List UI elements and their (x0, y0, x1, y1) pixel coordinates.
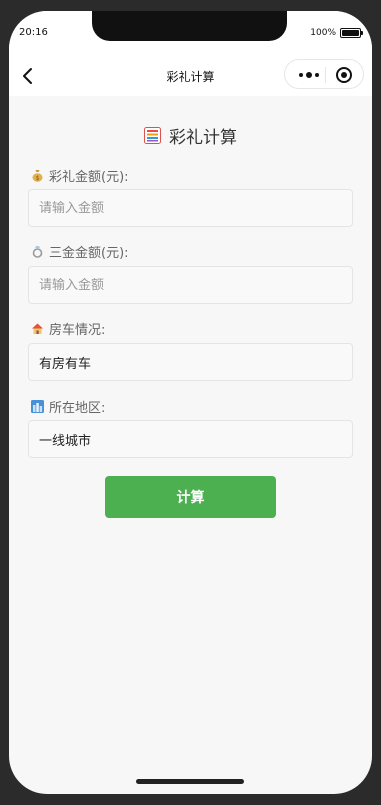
field-label-text: 彩礼金额(元): (49, 169, 129, 185)
capsule-divider (325, 67, 326, 83)
gold-input-box (28, 266, 353, 304)
target-icon (336, 67, 352, 83)
house-car-value: 有房有车 (39, 356, 92, 372)
abacus-icon (144, 127, 161, 144)
more-button[interactable] (293, 66, 325, 84)
phone-screen: 20:16 100% 彩礼计算 彩礼计算 $ 彩礼金额(元): 请输入金额 三金… (9, 11, 372, 794)
status-time: 20:16 (19, 27, 48, 38)
bride-price-input[interactable] (39, 200, 342, 216)
battery-icon (340, 28, 363, 38)
svg-text:$: $ (36, 175, 40, 182)
page-title-text: 彩礼计算 (169, 128, 237, 148)
bride-price-input-box (28, 189, 353, 227)
field-label-text: 所在地区: (49, 400, 106, 416)
region-select[interactable]: 一线城市 (28, 420, 353, 458)
notch (92, 11, 287, 41)
miniprogram-capsule (284, 59, 364, 89)
field-label-text: 三金金额(元): (49, 245, 129, 261)
field-label-region: 所在地区: (31, 397, 106, 416)
money-bag-icon: $ (32, 169, 43, 182)
house-icon (32, 323, 43, 334)
field-label-bride-price: $ 彩礼金额(元): (31, 166, 129, 185)
field-label-gold: 三金金额(元): (31, 242, 129, 261)
page-title: 彩礼计算 (9, 123, 372, 148)
home-indicator (136, 779, 244, 784)
field-label-house-car: 房车情况: (31, 319, 106, 338)
calculate-button[interactable]: 计算 (105, 476, 276, 518)
cityscape-icon (31, 399, 44, 413)
nav-bar: 彩礼计算 (9, 56, 372, 96)
field-label-text: 房车情况: (49, 322, 106, 338)
close-miniprogram-button[interactable] (331, 66, 357, 84)
status-bar: 20:16 100% (9, 11, 372, 56)
ring-icon (32, 245, 43, 258)
region-value: 一线城市 (39, 433, 92, 449)
battery-percentage: 100% (310, 28, 336, 38)
more-dots-icon (299, 72, 319, 78)
house-car-select[interactable]: 有房有车 (28, 343, 353, 381)
gold-amount-input[interactable] (39, 277, 342, 293)
